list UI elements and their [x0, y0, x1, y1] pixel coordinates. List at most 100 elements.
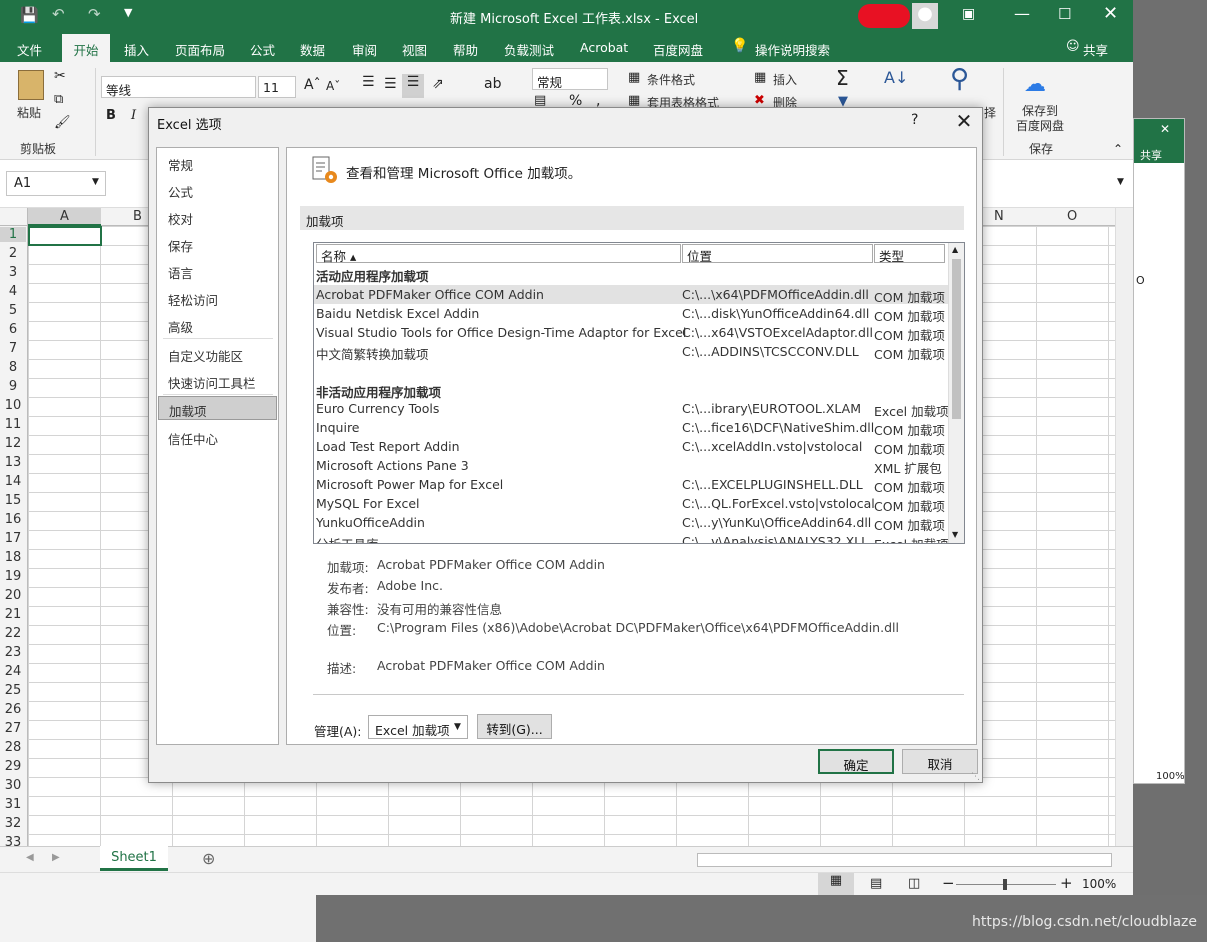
tab-file[interactable]: 文件	[17, 40, 42, 59]
copy-icon[interactable]: ⧉	[54, 92, 63, 107]
nav-language[interactable]: 语言	[158, 259, 277, 281]
tab-page-layout[interactable]: 页面布局	[175, 40, 225, 59]
table-row[interactable]: Acrobat PDFMaker Office COM Addin C:\...\…	[314, 285, 948, 305]
formula-expand-icon[interactable]: ▼	[1117, 177, 1124, 187]
row-label[interactable]: 13	[0, 455, 26, 470]
row-label[interactable]: 14	[0, 474, 26, 489]
nav-formulas[interactable]: 公式	[158, 178, 277, 200]
zoom-out-icon[interactable]: −	[942, 874, 955, 892]
row-label[interactable]: 15	[0, 493, 26, 508]
row-label[interactable]: 32	[0, 816, 26, 831]
row-label[interactable]: 17	[0, 531, 26, 546]
maximize-icon[interactable]: ☐	[1058, 5, 1071, 23]
dialog-close-icon[interactable]: ✕	[949, 108, 979, 136]
scroll-up-icon[interactable]: ▲	[952, 245, 958, 254]
table-row[interactable]: Load Test Report Addin C:\...xcelAddIn.vs…	[314, 437, 948, 457]
nav-save[interactable]: 保存	[158, 232, 277, 254]
tab-insert[interactable]: 插入	[124, 40, 149, 59]
tab-review[interactable]: 审阅	[352, 40, 377, 59]
insert-cells-button[interactable]: 插入	[773, 71, 797, 88]
row-label[interactable]: 25	[0, 683, 26, 698]
row-label[interactable]: 24	[0, 664, 26, 679]
nav-proofing[interactable]: 校对	[158, 205, 277, 227]
row-label[interactable]: 7	[0, 341, 26, 356]
zoom-in-icon[interactable]: +	[1060, 874, 1073, 892]
row-label[interactable]: 16	[0, 512, 26, 527]
table-row[interactable]: Microsoft Power Map for Excel C:\...EXCEL…	[314, 475, 948, 495]
manage-select[interactable]: Excel 加载项	[368, 715, 468, 739]
align-bottom-icon[interactable]: ☰	[402, 74, 424, 98]
table-row[interactable]: Euro Currency Tools C:\...ibrary\EUROTOOL…	[314, 399, 949, 419]
row-label[interactable]: 12	[0, 436, 26, 451]
bg-close-icon[interactable]: ✕	[1160, 122, 1170, 136]
account-badge[interactable]	[858, 4, 910, 28]
row-label[interactable]: 27	[0, 721, 26, 736]
paste-button[interactable]: 粘贴	[17, 104, 41, 121]
table-row[interactable]: 中文简繁转换加载项 C:\...ADDINS\TCSCCONV.DLL COM 加载…	[314, 342, 948, 362]
sort-filter-icon[interactable]: A↓	[884, 68, 908, 87]
row-label[interactable]: 10	[0, 398, 26, 413]
bg-share-button[interactable]: 共享	[1140, 147, 1162, 163]
row-label[interactable]: 28	[0, 740, 26, 755]
tab-data[interactable]: 数据	[300, 40, 325, 59]
avatar[interactable]: ●	[912, 3, 938, 29]
row-label[interactable]: 31	[0, 797, 26, 812]
row-label[interactable]: 22	[0, 626, 26, 641]
nav-addins[interactable]: 加载项	[158, 396, 277, 420]
align-top-icon[interactable]: ☰	[362, 74, 375, 90]
grow-font-icon[interactable]: Aˆ	[304, 77, 321, 93]
nav-quick-access[interactable]: 快速访问工具栏	[158, 369, 277, 391]
resize-grip-icon[interactable]: ⋱	[971, 772, 980, 782]
go-button[interactable]: 转到(G)...	[477, 714, 552, 739]
row-label[interactable]: 30	[0, 778, 26, 793]
active-cell[interactable]	[28, 226, 102, 246]
redo-icon[interactable]: ↷	[88, 5, 101, 23]
row-label[interactable]: 9	[0, 379, 26, 394]
scroll-thumb[interactable]	[952, 259, 961, 419]
table-row[interactable]: 分析工具库 C:\...v\Analysis\ANALYS32.XLL Excel …	[314, 532, 949, 543]
column-header-name[interactable]: 名称 ▴	[316, 244, 681, 264]
minimize-icon[interactable]: —	[1014, 4, 1030, 23]
row-label[interactable]: 8	[0, 360, 26, 375]
font-size-select[interactable]: 11	[258, 76, 296, 98]
nav-trust-center[interactable]: 信任中心	[158, 425, 277, 447]
accounting-icon[interactable]: ▤	[534, 93, 546, 108]
ribbon-display-icon[interactable]: ▣	[962, 6, 975, 22]
page-break-icon[interactable]: ◫	[908, 876, 920, 891]
add-sheet-icon[interactable]: ⊕	[202, 849, 215, 868]
tab-load-test[interactable]: 负载测试	[504, 40, 554, 59]
prev-sheet-icon[interactable]: ◀	[26, 852, 34, 863]
row-label[interactable]: 6	[0, 322, 26, 337]
nav-general[interactable]: 常规	[158, 151, 277, 173]
row-label[interactable]: 23	[0, 645, 26, 660]
baidu-cloud-icon[interactable]: ☁	[1024, 72, 1046, 97]
tab-acrobat[interactable]: Acrobat	[580, 40, 628, 55]
scroll-down-icon[interactable]: ▼	[952, 530, 958, 539]
share-button[interactable]: 共享	[1083, 40, 1108, 59]
select-all[interactable]	[0, 208, 28, 226]
name-box[interactable]: A1	[6, 171, 106, 196]
tell-me-search[interactable]: 操作说明搜索	[755, 40, 830, 59]
conditional-format-button[interactable]: 条件格式	[647, 71, 695, 88]
paste-icon[interactable]	[18, 70, 44, 100]
undo-icon[interactable]: ↶	[52, 5, 65, 23]
vertical-scrollbar[interactable]	[1115, 208, 1133, 846]
align-middle-icon[interactable]: ☰	[384, 76, 397, 92]
row-label[interactable]: 18	[0, 550, 26, 565]
format-painter-icon[interactable]: 🖌	[54, 115, 71, 130]
normal-view-icon[interactable]: ▦	[818, 873, 854, 895]
save-to-baidu-button[interactable]: 保存到 百度网盘	[1016, 104, 1064, 134]
tab-view[interactable]: 视图	[402, 40, 427, 59]
zoom-level[interactable]: 100%	[1082, 877, 1116, 891]
tab-help[interactable]: 帮助	[453, 40, 478, 59]
table-row[interactable]: Microsoft Actions Pane 3 XML 扩展包	[314, 456, 948, 476]
row-label[interactable]: 5	[0, 303, 26, 318]
number-format-select[interactable]: 常规	[532, 68, 608, 90]
orientation-icon[interactable]: ⇗	[432, 76, 444, 92]
tab-formulas[interactable]: 公式	[250, 40, 275, 59]
table-row[interactable]: Baidu Netdisk Excel Addin C:\...disk\YunO…	[314, 304, 948, 324]
name-box-dropdown-icon[interactable]: ▼	[92, 177, 99, 187]
bold-icon[interactable]: B	[106, 108, 116, 123]
collapse-ribbon-icon[interactable]: ⌃	[1113, 142, 1123, 156]
page-layout-icon[interactable]: ▤	[870, 876, 882, 891]
